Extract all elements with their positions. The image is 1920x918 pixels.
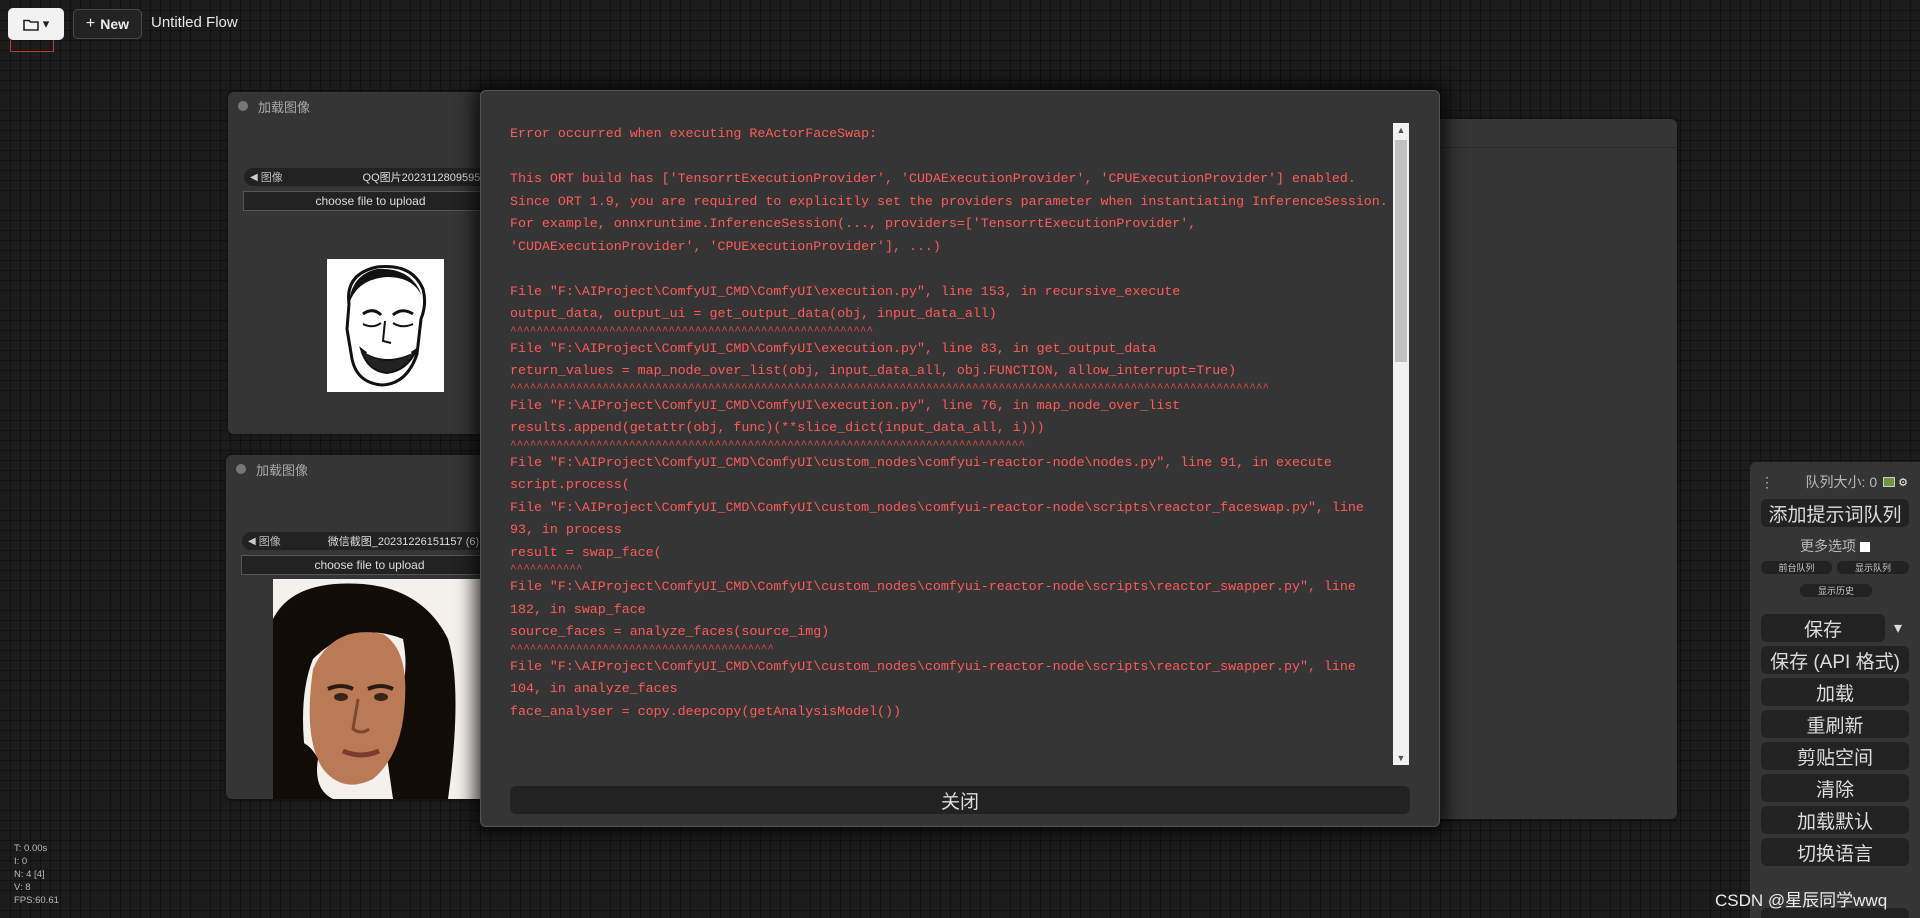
new-workflow-button[interactable]: + New bbox=[73, 9, 142, 39]
node-status-dot bbox=[236, 464, 246, 474]
preview-image-portrait bbox=[273, 579, 498, 799]
error-line: results.append(getattr(obj, func)(**slic… bbox=[510, 420, 1045, 435]
background-node[interactable] bbox=[1420, 119, 1677, 819]
error-line: File "F:\AIProject\ComfyUI_CMD\ComfyUI\e… bbox=[510, 397, 1181, 413]
node-status-dot bbox=[238, 101, 248, 111]
error-line bbox=[510, 146, 1406, 169]
error-line bbox=[510, 258, 1406, 281]
error-line: File "F:\AIProject\ComfyUI_CMD\ComfyUI\c… bbox=[510, 579, 1356, 594]
clear-button[interactable]: 清除 bbox=[1761, 774, 1909, 802]
drag-handle-icon[interactable]: ⋮ bbox=[1760, 474, 1774, 491]
error-line: Error occurred when executing ReActorFac… bbox=[510, 126, 878, 141]
widget-label: 图像 bbox=[260, 172, 283, 184]
scrollbar-thumb[interactable] bbox=[1395, 140, 1407, 362]
queue-panel: ⋮ 队列大小: 0 ⚙ 添加提示词队列 更多选项 前台队列 显示队列 显示历史 … bbox=[1750, 462, 1920, 918]
stat-v: V: 8 bbox=[14, 882, 31, 893]
node-title: 加载图像 bbox=[228, 92, 498, 120]
watermark: CSDN @星辰同学wwq bbox=[1715, 891, 1888, 910]
new-button-label: New bbox=[100, 16, 130, 32]
widget-value: QQ图片20231128095951.j bbox=[362, 172, 492, 184]
load-button[interactable]: 加载 bbox=[1761, 678, 1909, 706]
error-line: Since ORT 1.9, you are required to expli… bbox=[510, 193, 1388, 209]
plus-icon: + bbox=[85, 15, 96, 32]
arrow-left-icon[interactable]: ◀ bbox=[250, 172, 258, 183]
more-options-label: 更多选项 bbox=[1800, 538, 1857, 554]
render-stats: T: 0.00s I: 0 N: 4 [4] V: 8 FPS:60.61 bbox=[14, 842, 59, 907]
error-line: This ORT build has ['TensorrtExecutionPr… bbox=[510, 171, 1356, 186]
workflow-folder-button[interactable]: ▾ bbox=[8, 8, 64, 40]
load-default-button[interactable]: 加载默认 bbox=[1761, 806, 1909, 834]
error-line: script.process( bbox=[510, 477, 630, 492]
error-line: output_data, output_ui = get_output_data… bbox=[510, 306, 997, 321]
node-title: 加载图像 bbox=[226, 455, 498, 483]
error-line: 182, in swap_face bbox=[510, 601, 646, 617]
widget-label: 图像 bbox=[258, 536, 281, 548]
arrow-left-icon[interactable]: ◀ bbox=[248, 536, 256, 547]
error-line: face_analyser = copy.deepcopy(getAnalysi… bbox=[510, 703, 901, 719]
preview-image-meme bbox=[327, 259, 444, 392]
view-queue-button[interactable]: 显示队列 bbox=[1837, 561, 1909, 574]
front-queue-button[interactable]: 前台队列 bbox=[1761, 561, 1832, 574]
more-options-checkbox[interactable] bbox=[1859, 542, 1870, 553]
refresh-button[interactable]: 重刷新 bbox=[1761, 710, 1909, 738]
error-line: File "F:\AIProject\ComfyUI_CMD\ComfyUI\c… bbox=[510, 499, 1364, 515]
gear-icon[interactable]: ⚙ bbox=[1898, 476, 1908, 489]
scrollbar[interactable]: ▲ ▼ bbox=[1393, 123, 1409, 765]
scroll-down-arrow-icon[interactable]: ▼ bbox=[1393, 751, 1409, 765]
save-dropdown-icon[interactable]: ▾ bbox=[1887, 614, 1909, 642]
image-icon[interactable] bbox=[1883, 477, 1896, 487]
folder-icon bbox=[22, 19, 39, 31]
load-image-node-1[interactable]: 加载图像 ◀ 图像 QQ图片20231128095951.j choose fi… bbox=[228, 92, 498, 434]
error-caret-line: ^^^^^^^^^^^^^^^^^^^^^^^^^^^^^^^^^^^^^^^^ bbox=[510, 643, 775, 656]
error-caret-line: ^^^^^^^^^^^ bbox=[510, 564, 583, 576]
error-caret-line: ^^^^^^^^^^^^^^^^^^^^^^^^^^^^^^^^^^^^^^^^… bbox=[510, 382, 1270, 395]
error-line: File "F:\AIProject\ComfyUI_CMD\ComfyUI\c… bbox=[510, 454, 1332, 470]
add-prompt-queue-button[interactable]: 添加提示词队列 bbox=[1761, 499, 1909, 527]
queue-size-label: 队列大小: 0 bbox=[1805, 474, 1878, 490]
error-line: 104, in analyze_faces bbox=[510, 681, 678, 696]
error-line: source_faces = analyze_faces(source_img) bbox=[510, 624, 830, 639]
load-image-node-2[interactable]: 加载图像 ◀ 图像 微信截图_20231226151157 (6).pr cho… bbox=[226, 455, 498, 799]
upload-button[interactable]: choose file to upload bbox=[241, 555, 498, 575]
close-button[interactable]: 关闭 bbox=[510, 786, 1410, 814]
node-title-text: 加载图像 bbox=[258, 99, 311, 115]
error-line: File "F:\AIProject\ComfyUI_CMD\ComfyUI\e… bbox=[510, 283, 1181, 299]
stat-i: I: 0 bbox=[14, 856, 28, 867]
view-history-button[interactable]: 显示历史 bbox=[1800, 584, 1872, 597]
scroll-up-arrow-icon[interactable]: ▲ bbox=[1393, 123, 1409, 137]
widget-value: 微信截图_20231226151157 (6).pr bbox=[327, 536, 492, 548]
error-line: 93, in process bbox=[510, 522, 622, 537]
chevron-down-icon: ▾ bbox=[42, 16, 50, 31]
switch-language-button[interactable]: 切换语言 bbox=[1761, 838, 1909, 866]
error-line: 'CUDAExecutionProvider', 'CPUExecutionPr… bbox=[510, 238, 941, 254]
image-select-widget[interactable]: ◀ 图像 QQ图片20231128095951.j bbox=[244, 168, 498, 186]
error-line: File "F:\AIProject\ComfyUI_CMD\ComfyUI\e… bbox=[510, 340, 1157, 356]
node-title-text: 加载图像 bbox=[256, 462, 309, 478]
flow-title[interactable]: Untitled Flow bbox=[151, 14, 238, 31]
error-caret-line: ^^^^^^^^^^^^^^^^^^^^^^^^^^^^^^^^^^^^^^^^… bbox=[510, 439, 1025, 452]
error-dialog: Error occurred when executing ReActorFac… bbox=[480, 90, 1440, 827]
save-api-button[interactable]: 保存 (API 格式) bbox=[1761, 646, 1909, 674]
stat-time: T: 0.00s bbox=[14, 843, 48, 854]
error-message: Error occurred when executing ReActorFac… bbox=[510, 123, 1406, 763]
annotation-mark bbox=[10, 40, 54, 52]
save-button[interactable]: 保存 bbox=[1761, 614, 1885, 642]
clipspace-button[interactable]: 剪贴空间 bbox=[1761, 742, 1909, 770]
image-select-widget[interactable]: ◀ 图像 微信截图_20231226151157 (6).pr bbox=[242, 532, 498, 550]
stat-nodes: N: 4 [4] bbox=[14, 869, 45, 880]
upload-button[interactable]: choose file to upload bbox=[243, 191, 498, 211]
error-caret-line: ^^^^^^^^^^^^^^^^^^^^^^^^^^^^^^^^^^^^^^^^… bbox=[510, 325, 874, 338]
save-button-label: 保存 bbox=[1803, 619, 1842, 641]
stat-fps: FPS:60.61 bbox=[14, 895, 59, 906]
error-line: For example, onnxruntime.InferenceSessio… bbox=[510, 216, 1197, 231]
error-line: File "F:\AIProject\ComfyUI_CMD\ComfyUI\c… bbox=[510, 658, 1356, 674]
panel-header: ⋮ 队列大小: 0 ⚙ bbox=[1750, 472, 1920, 492]
error-line: result = swap_face( bbox=[510, 544, 662, 560]
more-options-row[interactable]: 更多选项 bbox=[1750, 536, 1920, 556]
error-line: return_values = map_node_over_list(obj, … bbox=[510, 363, 1237, 378]
